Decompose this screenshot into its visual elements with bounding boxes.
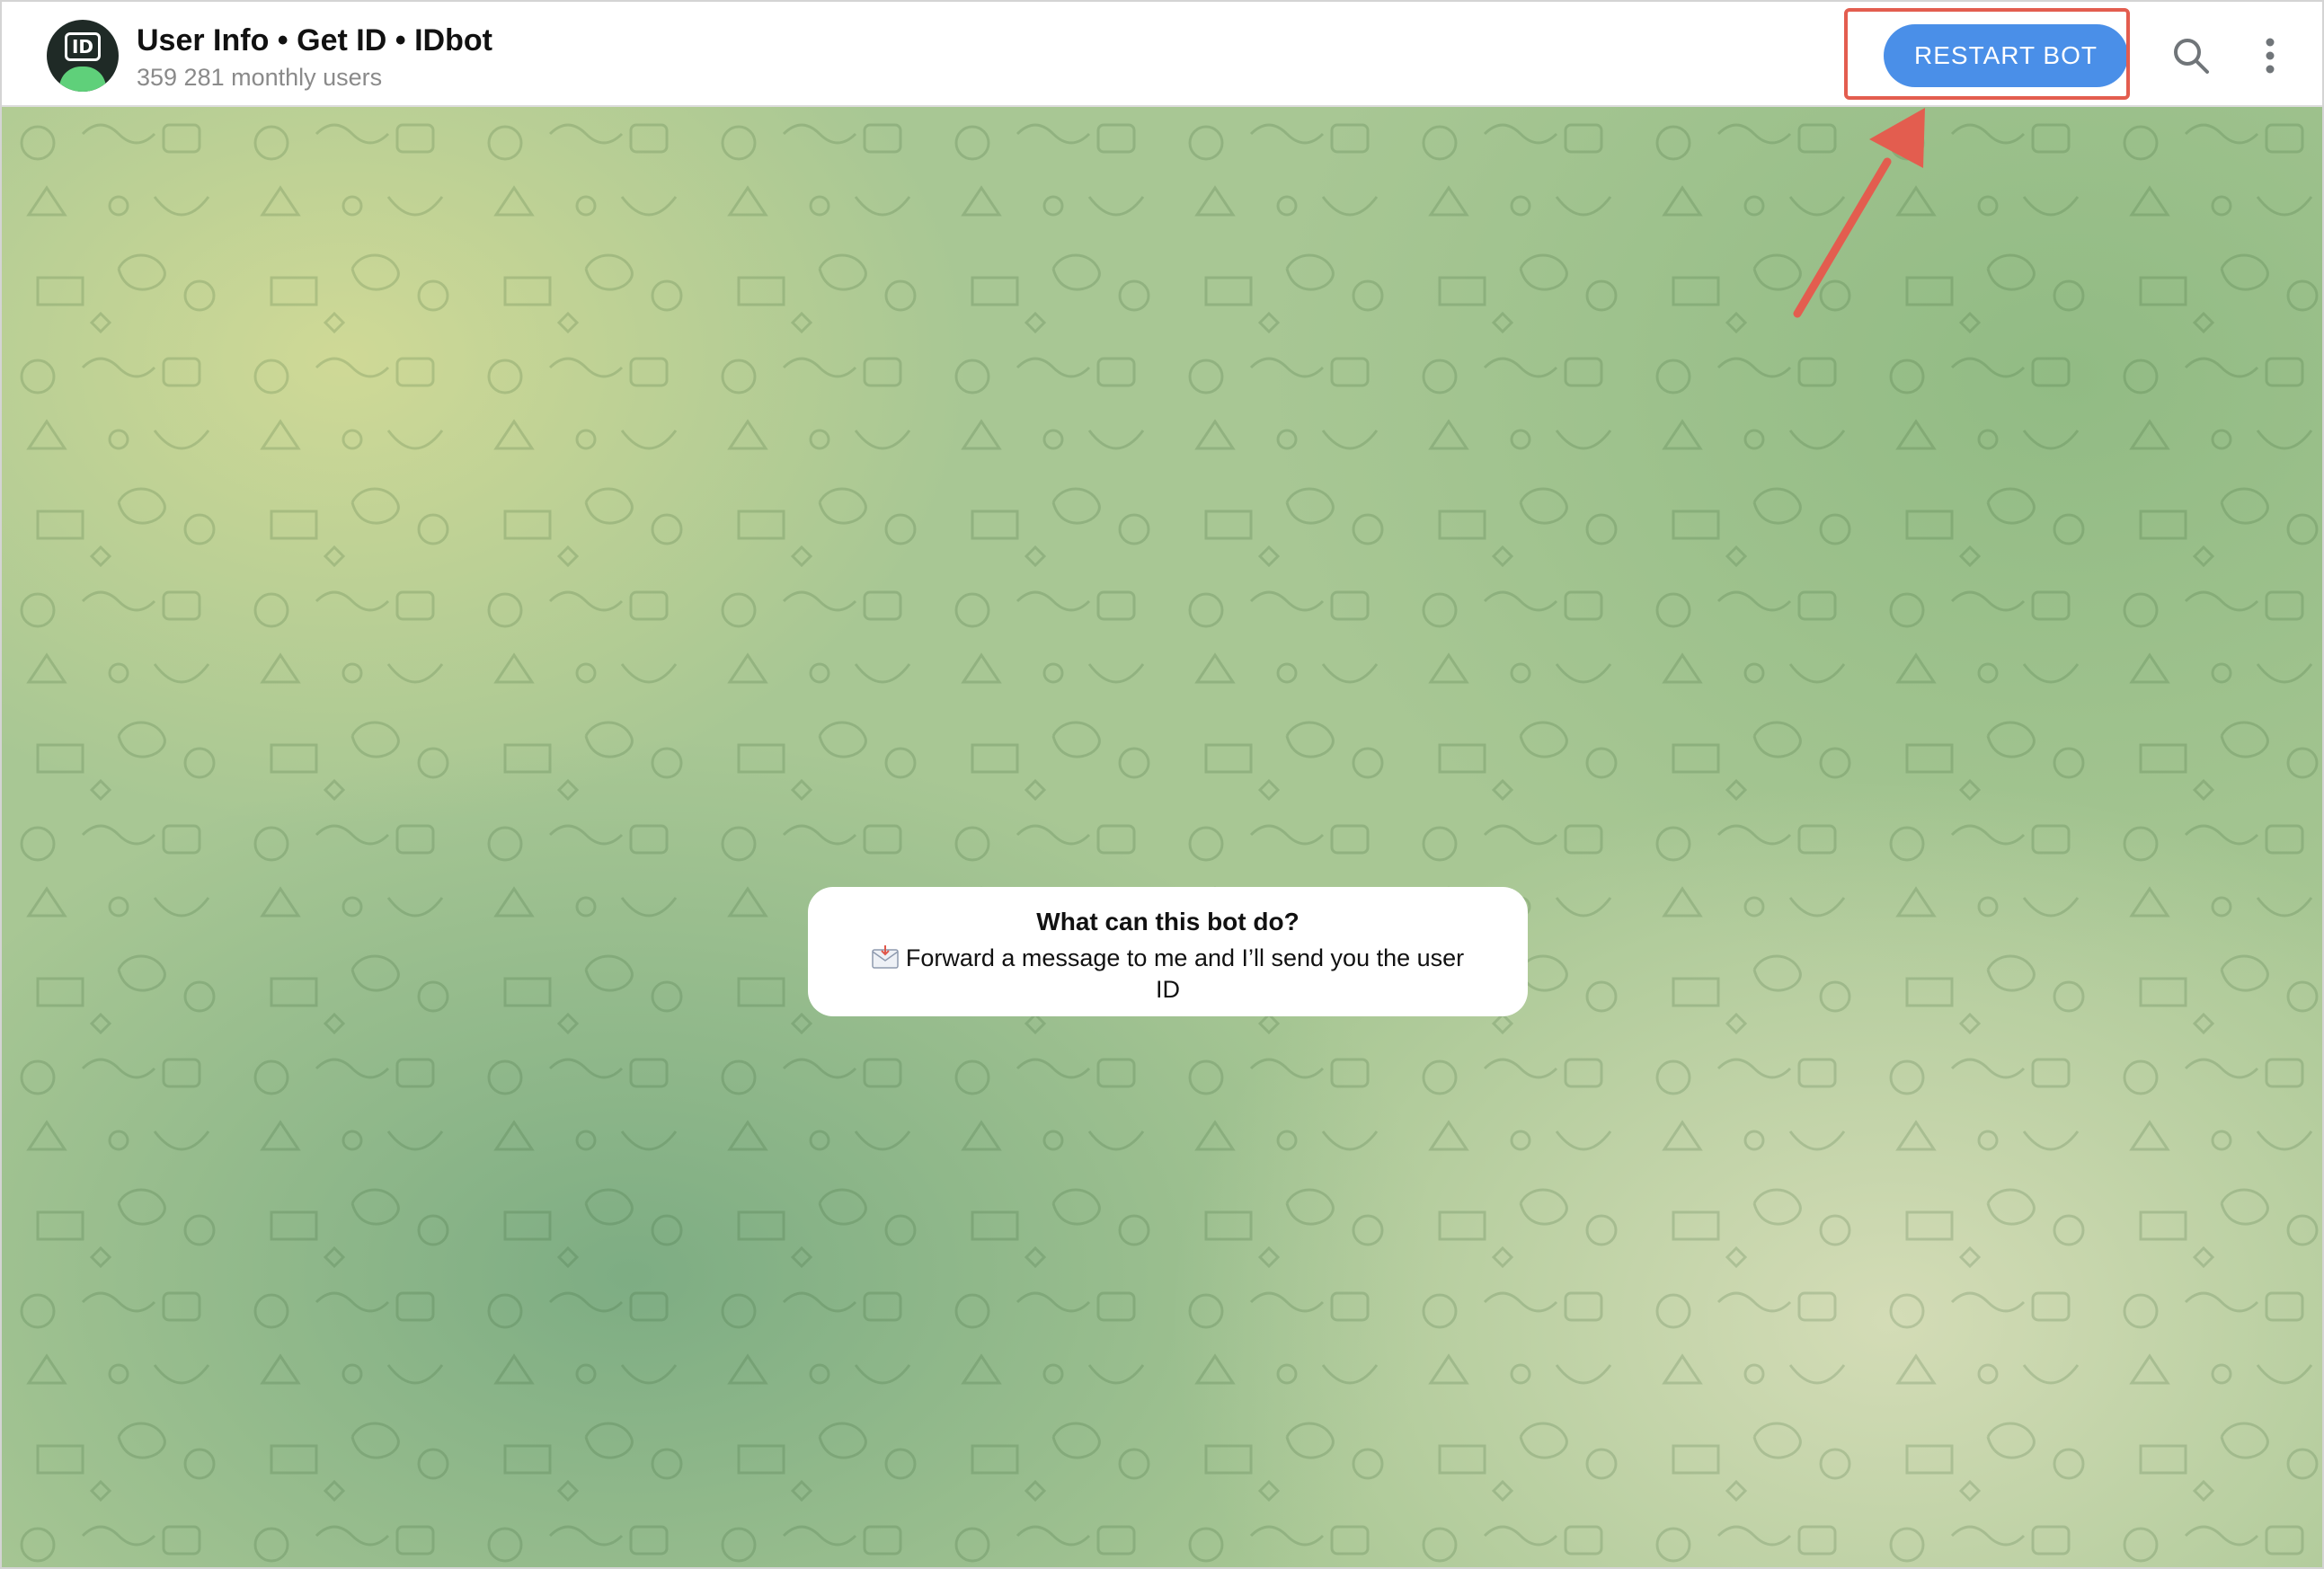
search-button[interactable] <box>2169 34 2214 79</box>
avatar-id-badge: ID <box>65 32 101 61</box>
chat-title: User Info • Get ID • IDbot <box>137 23 492 58</box>
more-options-button[interactable] <box>2252 34 2288 79</box>
more-vertical-icon <box>2266 38 2275 74</box>
avatar-figure <box>59 66 106 92</box>
search-icon <box>2174 39 2209 74</box>
chat-title-block[interactable]: User Info • Get ID • IDbot 359 281 month… <box>137 22 492 93</box>
bot-avatar[interactable]: ID <box>47 20 119 92</box>
bot-info-description: Forward a message to me and I’ll send yo… <box>905 944 1465 1003</box>
bot-info-text: Forward a message to me and I’ll send yo… <box>863 943 1474 1006</box>
annotation-highlight-box <box>1844 8 2130 100</box>
bot-info-title: What can this bot do? <box>1036 908 1299 935</box>
chat-background: What can this bot do? Forward a message … <box>2 107 2322 1567</box>
telegram-window: What can this bot do? Forward a message … <box>0 0 2324 1569</box>
doodle-pattern <box>2 107 2322 1567</box>
chat-subtitle: 359 281 monthly users <box>137 64 383 91</box>
bot-info-card: What can this bot do? Forward a message … <box>808 887 1528 1016</box>
envelope-icon <box>872 945 899 969</box>
